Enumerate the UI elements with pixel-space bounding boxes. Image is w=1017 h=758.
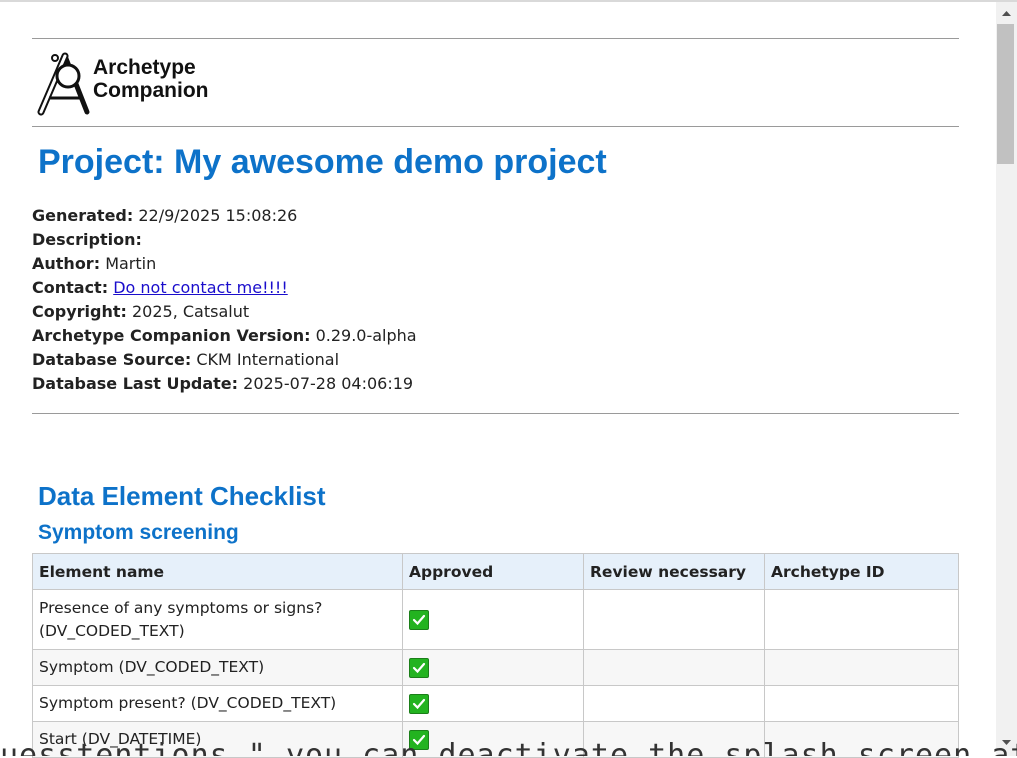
section-title: Data Element Checklist bbox=[38, 481, 326, 511]
checklist-table: Element name Approved Review necessary A… bbox=[32, 553, 959, 758]
divider-after-metadata bbox=[32, 413, 959, 414]
column-header-archetype-id: Archetype ID bbox=[764, 553, 959, 590]
table-row: Symptom (DV_CODED_TEXT) bbox=[32, 649, 959, 686]
cell-element-name: Presence of any symptoms or signs? (DV_C… bbox=[32, 589, 403, 650]
meta-version-label: Archetype Companion Version: bbox=[32, 326, 311, 345]
meta-db-update: Database Last Update: 2025-07-28 04:06:1… bbox=[32, 372, 417, 396]
cell-review bbox=[583, 649, 765, 686]
meta-generated-value: 22/9/2025 15:08:26 bbox=[138, 206, 298, 225]
page-title: Project: My awesome demo project bbox=[38, 143, 607, 181]
cell-review bbox=[583, 589, 765, 650]
divider-top bbox=[32, 38, 959, 39]
cell-element-name: Symptom present? (DV_CODED_TEXT) bbox=[32, 685, 403, 722]
divider-after-logo bbox=[32, 126, 959, 127]
scroll-up-button[interactable] bbox=[996, 2, 1017, 24]
meta-db-source-value: CKM International bbox=[196, 350, 340, 369]
checkbox-checked-icon[interactable] bbox=[409, 609, 429, 630]
arrow-up-icon bbox=[1002, 11, 1011, 16]
cell-archetype-id bbox=[764, 589, 959, 650]
cell-approved bbox=[402, 649, 584, 686]
cell-approved bbox=[402, 685, 584, 722]
table-row: Presence of any symptoms or signs? (DV_C… bbox=[32, 589, 959, 650]
column-header-review: Review necessary bbox=[583, 553, 765, 590]
cell-archetype-id bbox=[764, 649, 959, 686]
logo-line-1: Archetype bbox=[93, 56, 196, 79]
meta-version-value: 0.29.0-alpha bbox=[315, 326, 417, 345]
cell-review bbox=[583, 685, 765, 722]
scrollbar-thumb[interactable] bbox=[997, 24, 1014, 164]
cell-element-name: Symptom (DV_CODED_TEXT) bbox=[32, 649, 403, 686]
meta-author: Author: Martin bbox=[32, 252, 417, 276]
checkbox-checked-icon[interactable] bbox=[409, 693, 429, 714]
archetype-companion-logo: Archetype Companion bbox=[35, 50, 235, 118]
meta-copyright-label: Copyright: bbox=[32, 302, 127, 321]
table-row: Symptom present? (DV_CODED_TEXT) bbox=[32, 685, 959, 722]
meta-db-update-label: Database Last Update: bbox=[32, 374, 239, 393]
overlapping-console-text: uesstentions " you can deactivate the sp… bbox=[0, 741, 1017, 756]
contact-link[interactable]: Do not contact me!!!! bbox=[113, 278, 288, 297]
meta-generated-label: Generated: bbox=[32, 206, 134, 225]
meta-copyright-value: 2025, Catsalut bbox=[131, 302, 250, 321]
cell-approved bbox=[402, 589, 584, 650]
meta-copyright: Copyright: 2025, Catsalut bbox=[32, 300, 417, 324]
meta-generated: Generated: 22/9/2025 15:08:26 bbox=[32, 204, 417, 228]
meta-db-source: Database Source: CKM International bbox=[32, 348, 417, 372]
meta-contact: Contact: Do not contact me!!!! bbox=[32, 276, 417, 300]
meta-db-source-label: Database Source: bbox=[32, 350, 192, 369]
meta-author-value: Martin bbox=[105, 254, 157, 273]
cell-archetype-id bbox=[764, 685, 959, 722]
meta-version: Archetype Companion Version: 0.29.0-alph… bbox=[32, 324, 417, 348]
window-top-border bbox=[0, 0, 1017, 2]
meta-contact-label: Contact: bbox=[32, 278, 109, 297]
meta-description: Description: bbox=[32, 228, 417, 252]
column-header-approved: Approved bbox=[402, 553, 584, 590]
project-metadata: Generated: 22/9/2025 15:08:26 Descriptio… bbox=[32, 204, 417, 396]
column-header-element-name: Element name bbox=[32, 553, 403, 590]
logo-wordmark: Archetype Companion bbox=[93, 56, 209, 102]
meta-db-update-value: 2025-07-28 04:06:19 bbox=[243, 374, 414, 393]
vertical-scrollbar[interactable] bbox=[996, 2, 1017, 756]
table-header-row: Element name Approved Review necessary A… bbox=[32, 553, 959, 590]
meta-author-label: Author: bbox=[32, 254, 101, 273]
logo-line-2: Companion bbox=[93, 79, 209, 102]
subsection-title: Symptom screening bbox=[38, 521, 239, 544]
meta-description-label: Description: bbox=[32, 230, 142, 249]
checkbox-checked-icon[interactable] bbox=[409, 657, 429, 678]
magnifier-A-logo-icon bbox=[37, 52, 90, 116]
